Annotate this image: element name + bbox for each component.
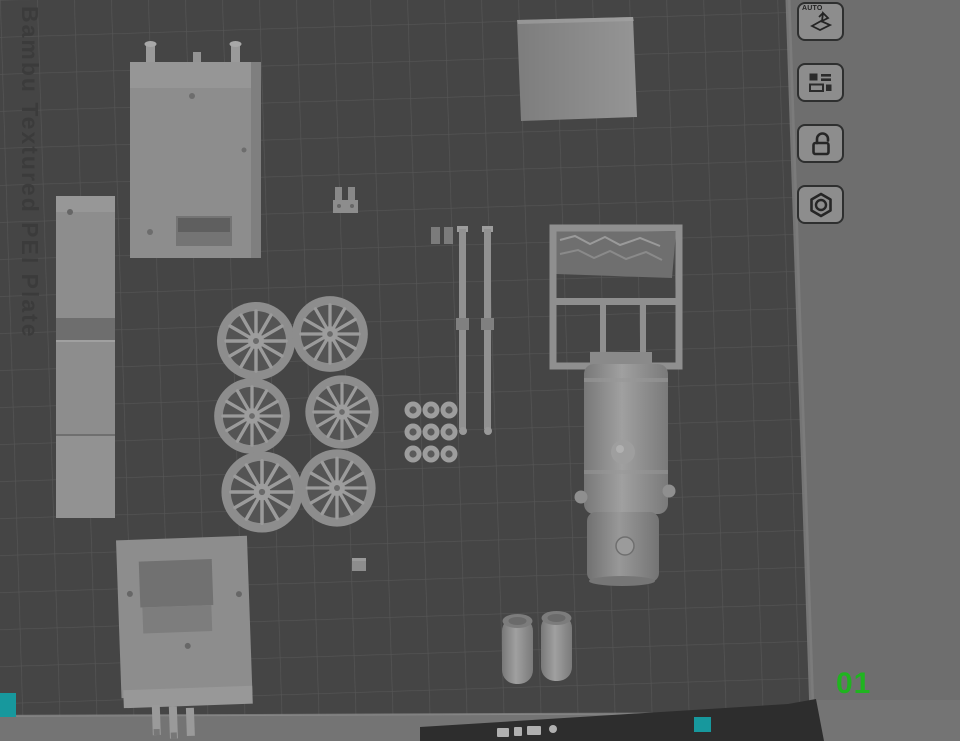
plate-settings-button[interactable]: [797, 185, 844, 224]
model-washer[interactable]: [441, 402, 458, 419]
model-washer[interactable]: [423, 424, 440, 441]
model-top-chassis[interactable]: [130, 41, 261, 258]
model-roof-panel[interactable]: [517, 17, 637, 121]
arrange-icon: [808, 72, 833, 93]
model-washer[interactable]: [423, 446, 440, 463]
model-wheel-6[interactable]: [298, 449, 375, 526]
model-washer[interactable]: [423, 402, 440, 419]
model-wheel-4[interactable]: [305, 375, 378, 448]
plate-number-label: 01: [836, 667, 871, 701]
tab-accent-marker: [694, 717, 711, 732]
model-wheel-1[interactable]: [217, 302, 295, 380]
plate-surface-label: Bambu Textured PEI Plate: [17, 6, 43, 339]
hex-nut-icon: [806, 191, 836, 219]
model-washer[interactable]: [441, 446, 458, 463]
slicer-workspace: Bambu Textured PEI Plate: [0, 0, 960, 741]
model-wheel-5[interactable]: [221, 451, 302, 532]
model-wheel-2[interactable]: [292, 296, 368, 372]
corner-accent-marker: [0, 693, 16, 717]
model-left-side-frame[interactable]: [56, 196, 115, 518]
model-small-cube[interactable]: [352, 558, 366, 571]
auto-orient-button[interactable]: AUTO: [797, 2, 844, 41]
model-washer[interactable]: [405, 424, 422, 441]
unlock-icon: [807, 130, 835, 157]
model-washer[interactable]: [405, 446, 422, 463]
model-wheel-3[interactable]: [214, 378, 290, 454]
plate-toolbar: AUTO: [797, 2, 847, 224]
model-washer[interactable]: [405, 402, 422, 419]
arrange-button[interactable]: [797, 63, 844, 102]
lock-plate-button[interactable]: [797, 124, 844, 163]
model-washer[interactable]: [441, 424, 458, 441]
auto-orient-icon: [808, 10, 834, 34]
auto-orient-label: AUTO: [802, 5, 823, 12]
